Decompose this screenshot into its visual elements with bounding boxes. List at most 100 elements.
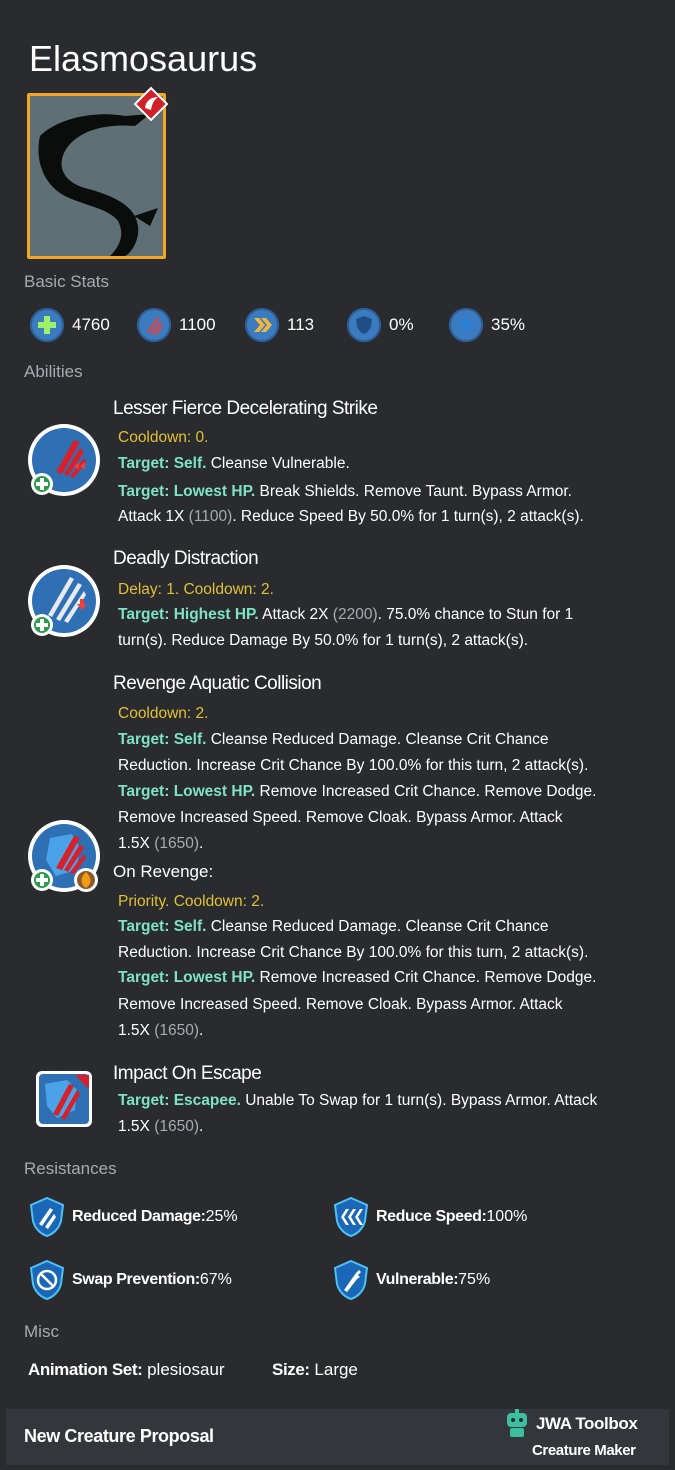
ability-1-timing: Cooldown: 0.: [118, 429, 209, 446]
target-label: Target: Self.: [118, 918, 207, 935]
revenge-timing: Priority. Cooldown: 2.: [118, 893, 265, 910]
damage-value: (1100): [188, 508, 233, 525]
resistance-label: Swap Prevention:: [72, 1271, 200, 1288]
effect-text: 1.5X: [118, 835, 155, 852]
footer-title: New Creature Proposal: [24, 1426, 214, 1446]
target-label: Target: Lowest HP.: [118, 783, 256, 800]
speed-icon: [245, 308, 279, 342]
vulnerable-icon: [333, 1259, 369, 1301]
armor-icon: [347, 308, 381, 342]
misc-label: Size:: [272, 1360, 310, 1379]
stat-crit: 35%: [449, 308, 525, 342]
stat-armor: 0%: [347, 308, 414, 342]
effect-text: Attack 1X: [118, 508, 189, 525]
resistance-reduce-speed: Reduce Speed: 100%: [332, 1196, 527, 1238]
ability-1-name: Lesser Fierce Decelerating Strike: [113, 398, 378, 419]
stat-health: 4760: [30, 308, 110, 342]
resistance-reduced-damage: Reduced Damage: 25%: [28, 1196, 238, 1238]
target-label: Target: Highest HP.: [118, 606, 259, 623]
ability-2-timing: Delay: 1. Cooldown: 2.: [118, 581, 274, 598]
misc-label: Animation Set:: [28, 1360, 143, 1379]
health-icon: [30, 308, 64, 342]
ability-1-line-2: Target: Lowest HP. Break Shields. Remove…: [118, 479, 572, 505]
effect-text: Attack 2X: [258, 606, 333, 623]
resistance-value: 75%: [458, 1271, 491, 1288]
resistance-label: Vulnerable:: [376, 1271, 459, 1288]
effect-text: Cleanse Vulnerable.: [206, 455, 350, 472]
resistance-value: 25%: [205, 1208, 238, 1225]
effect-text: Unable To Swap for 1 turn(s). Bypass Arm…: [240, 1092, 598, 1109]
stat-damage: 1100: [137, 308, 216, 342]
resistance-label: Reduce Speed:: [376, 1208, 487, 1225]
section-misc: Misc: [24, 1322, 59, 1341]
ability-1-icon: [26, 422, 104, 505]
effect-text: . 75.0% chance to Stun for 1: [377, 606, 574, 623]
class-badge-icon: [133, 86, 169, 122]
effect-text: Remove Increased Crit Chance. Remove Dod…: [255, 969, 597, 986]
ability-3-line-1: Target: Self. Cleanse Reduced Damage. Cl…: [118, 727, 548, 753]
section-basic-stats: Basic Stats: [24, 272, 110, 291]
reduce-speed-icon: [333, 1196, 369, 1238]
on-revenge-label: On Revenge:: [113, 862, 214, 881]
swap-prevention-icon: [29, 1259, 65, 1301]
effect-text: . Reduce Speed By 50.0% for 1 turn(s), 2…: [232, 508, 584, 525]
stat-health-value: 4760: [72, 315, 110, 334]
ability-1-line-3: Attack 1X (1100). Reduce Speed By 50.0% …: [118, 504, 584, 530]
resistance-swap-prevention: Swap Prevention: 67%: [28, 1259, 232, 1301]
ability-3-name: Revenge Aquatic Collision: [113, 673, 322, 694]
creature-name: Elasmosaurus: [29, 38, 258, 79]
brand-name: JWA Toolbox: [536, 1414, 638, 1433]
effect-text: Remove Increased Crit Chance. Remove Dod…: [255, 783, 597, 800]
effect-text: .: [199, 1118, 204, 1135]
ability-3-timing: Cooldown: 2.: [118, 705, 209, 722]
revenge-line-3: Target: Lowest HP. Remove Increased Crit…: [118, 965, 596, 991]
ability-1-line-1: Target: Self. Cleanse Vulnerable.: [118, 451, 350, 477]
robot-logo-icon: [503, 1409, 531, 1444]
damage-value: (1650): [154, 835, 200, 852]
revenge-line-5: 1.5X (1650).: [118, 1018, 203, 1044]
stat-armor-value: 0%: [389, 315, 414, 334]
ability-4-icon: [35, 1070, 95, 1135]
effect-text: 1.5X: [118, 1022, 155, 1039]
brand-subtitle: Creature Maker: [532, 1442, 636, 1459]
effect-text: Cleanse Reduced Damage. Cleanse Crit Cha…: [206, 731, 549, 748]
misc-value: plesiosaur: [142, 1360, 225, 1379]
ability-3-line-2: Reduction. Increase Crit Chance By 100.0…: [118, 757, 589, 774]
effect-text: Cleanse Reduced Damage. Cleanse Crit Cha…: [206, 918, 549, 935]
crit-icon: [449, 308, 483, 342]
ability-2-line-2: turn(s). Reduce Damage By 50.0% for 1 tu…: [118, 632, 529, 649]
stat-damage-value: 1100: [179, 315, 216, 334]
target-label: Target: Self.: [118, 455, 207, 472]
ability-3-line-3: Target: Lowest HP. Remove Increased Crit…: [118, 779, 596, 805]
revenge-line-2: Reduction. Increase Crit Chance By 100.0…: [118, 944, 589, 961]
revenge-line-4: Remove Increased Speed. Remove Cloak. By…: [118, 996, 563, 1013]
target-label: Target: Lowest HP.: [118, 483, 256, 500]
damage-value: (2200): [332, 606, 378, 623]
ability-3-line-4: Remove Increased Speed. Remove Cloak. By…: [118, 809, 563, 826]
ability-2-line-1: Target: Highest HP. Attack 2X (2200). 75…: [118, 602, 573, 628]
effect-text: .: [199, 1022, 204, 1039]
misc-animation-set: Animation Set: plesiosaur: [28, 1360, 225, 1380]
reduced-damage-icon: [29, 1196, 65, 1238]
effect-text: 1.5X: [118, 1118, 155, 1135]
effect-text: .: [199, 835, 204, 852]
effect-text: Break Shields. Remove Taunt. Bypass Armo…: [255, 483, 572, 500]
revenge-line-1: Target: Self. Cleanse Reduced Damage. Cl…: [118, 914, 548, 940]
ability-3-line-5: 1.5X (1650).: [118, 831, 203, 857]
stat-speed: 113: [245, 308, 314, 342]
ability-3-icon: [26, 818, 104, 901]
misc-value: Large: [309, 1360, 358, 1379]
ability-2-name: Deadly Distraction: [113, 548, 259, 569]
ability-4-line-2: 1.5X (1650).: [118, 1114, 203, 1140]
resistance-value: 67%: [199, 1271, 232, 1288]
ability-2-icon: [26, 563, 104, 646]
resistance-vulnerable: Vulnerable: 75%: [332, 1259, 490, 1301]
resistance-label: Reduced Damage:: [72, 1208, 206, 1225]
target-label: Target: Lowest HP.: [118, 969, 256, 986]
resistance-value: 100%: [486, 1208, 528, 1225]
target-label: Target: Escapee.: [118, 1092, 241, 1109]
ability-4-name: Impact On Escape: [113, 1063, 262, 1084]
target-label: Target: Self.: [118, 731, 207, 748]
damage-icon: [137, 308, 171, 342]
damage-value: (1650): [154, 1022, 200, 1039]
